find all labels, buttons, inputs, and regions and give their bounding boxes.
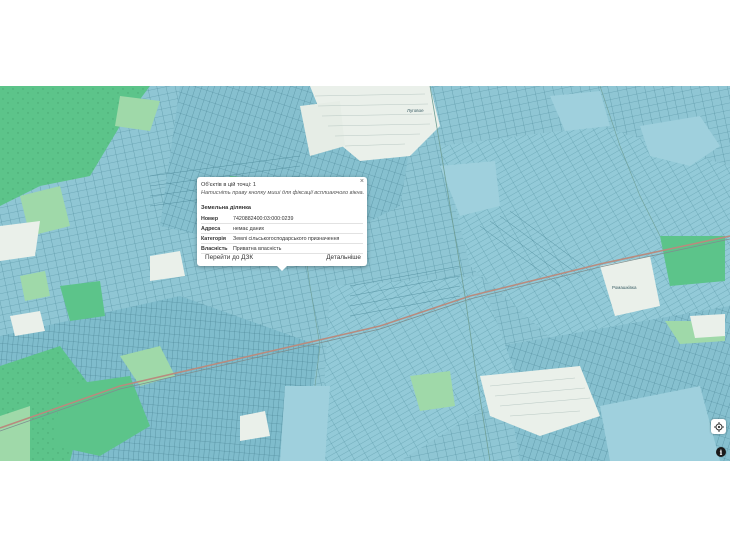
place-label: Ромашківка <box>612 285 637 290</box>
table-row: Власність Приватна власність <box>201 243 363 254</box>
attr-key: Власність <box>201 243 233 254</box>
go-to-dzk-button[interactable]: Перейти до ДЗК <box>205 254 253 261</box>
details-button[interactable]: Детальніше <box>326 254 361 261</box>
close-icon[interactable]: × <box>360 178 364 185</box>
parcel-attributes-table: Номер 7420882400:03:000:0239 Адреса нема… <box>201 214 363 254</box>
cadastral-map[interactable]: Луговое Ромашківка <box>0 86 730 461</box>
attr-key: Номер <box>201 214 233 224</box>
attr-value: Приватна власність <box>233 243 363 254</box>
attr-value: 7420882400:03:000:0239 <box>233 214 363 224</box>
table-row: Номер 7420882400:03:000:0239 <box>201 214 363 224</box>
attr-value: немає даних <box>233 223 363 234</box>
place-label: Луговое <box>407 108 424 113</box>
info-button[interactable]: i <box>716 447 726 457</box>
attr-value: Землі сільськогосподарського призначення <box>233 233 363 244</box>
attr-key: Категорія <box>201 233 233 244</box>
table-row: Адреса немає даних <box>201 223 363 234</box>
parcel-popup: × Об'єктів в цій точці: 1 Натисніть прав… <box>197 177 367 271</box>
popup-hint: Натисніть праву кнопку миші для фіксації… <box>201 190 365 196</box>
map-canvas <box>0 86 730 461</box>
table-row: Категорія Землі сільськогосподарського п… <box>201 233 363 244</box>
section-title: Земельна ділянка <box>201 205 252 211</box>
crosshair-icon <box>713 421 724 432</box>
objects-count: Об'єктів в цій точці: 1 <box>201 182 257 188</box>
locate-button[interactable] <box>711 419 726 434</box>
attr-key: Адреса <box>201 223 233 234</box>
